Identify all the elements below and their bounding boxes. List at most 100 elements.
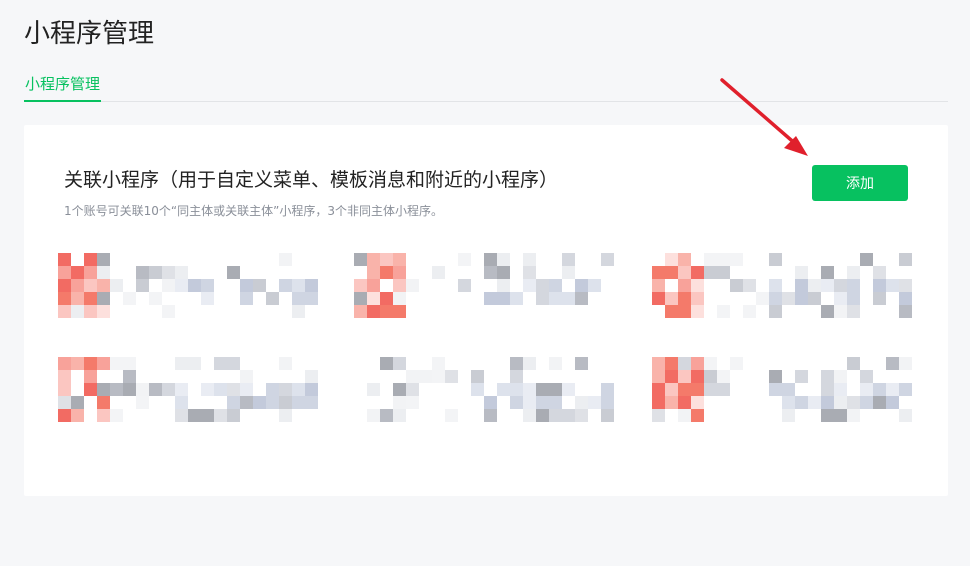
mosaic-pixel	[58, 266, 71, 279]
mosaic-pixel	[240, 292, 253, 305]
mosaic-pixel	[240, 396, 253, 409]
mosaic-pixel	[71, 292, 84, 305]
mosaic-pixel	[175, 279, 188, 292]
page-title: 小程序管理	[24, 19, 155, 49]
tab-mini-program-management[interactable]: 小程序管理	[24, 70, 102, 102]
mosaic-pixel	[704, 370, 717, 383]
mosaic-pixel	[678, 357, 691, 370]
mosaic-pixel	[691, 383, 704, 396]
mosaic-pixel	[523, 266, 536, 279]
mosaic-pixel	[292, 305, 305, 318]
mosaic-pixel	[380, 253, 393, 266]
mosaic-pixel	[149, 383, 162, 396]
mosaic-pixel	[769, 383, 782, 396]
mosaic-pixel	[834, 383, 847, 396]
mosaic-pixel	[84, 383, 97, 396]
mosaic-pixel	[175, 396, 188, 409]
mosaic-pixel	[756, 292, 769, 305]
linked-mini-programs-card: 关联小程序（用于自定义菜单、模板消息和附近的小程序） 1个账号可关联10个“同主…	[24, 125, 948, 496]
mosaic-pixel	[432, 357, 445, 370]
mosaic-pixel	[652, 370, 665, 383]
mosaic-pixel	[562, 292, 575, 305]
mosaic-pixel	[58, 305, 71, 318]
mosaic-pixel	[691, 305, 704, 318]
mini-program-item[interactable]	[652, 357, 912, 427]
mosaic-pixel	[84, 292, 97, 305]
mosaic-pixel	[860, 253, 873, 266]
mosaic-pixel	[691, 370, 704, 383]
mosaic-pixel	[214, 409, 227, 422]
mosaic-pixel	[84, 370, 97, 383]
mosaic-pixel	[575, 357, 588, 370]
mosaic-pixel	[279, 396, 292, 409]
mosaic-pixel	[769, 279, 782, 292]
mosaic-pixel	[367, 266, 380, 279]
mosaic-pixel	[821, 370, 834, 383]
mosaic-pixel	[717, 305, 730, 318]
mosaic-pixel	[562, 409, 575, 422]
mini-program-item[interactable]	[58, 253, 318, 323]
mosaic-pixel	[665, 266, 678, 279]
mosaic-pixel	[162, 383, 175, 396]
mosaic-pixel	[769, 370, 782, 383]
mosaic-pixel	[497, 292, 510, 305]
mosaic-pixel	[536, 409, 549, 422]
mosaic-pixel	[886, 279, 899, 292]
mosaic-pixel	[523, 396, 536, 409]
mini-program-item[interactable]	[652, 253, 912, 323]
mosaic-pixel	[279, 357, 292, 370]
mosaic-pixel	[406, 383, 419, 396]
add-button[interactable]: 添加	[812, 165, 908, 201]
mosaic-pixel	[821, 266, 834, 279]
mini-program-item[interactable]	[354, 357, 614, 427]
mini-program-item[interactable]	[58, 357, 318, 427]
mosaic-pixel	[162, 305, 175, 318]
mosaic-pixel	[691, 292, 704, 305]
mosaic-pixel	[253, 279, 266, 292]
mosaic-pixel	[214, 383, 227, 396]
mosaic-pixel	[380, 292, 393, 305]
mosaic-pixel	[704, 383, 717, 396]
mosaic-pixel	[665, 292, 678, 305]
mosaic-pixel	[367, 279, 380, 292]
mosaic-pixel	[253, 396, 266, 409]
mosaic-pixel	[523, 409, 536, 422]
mosaic-pixel	[84, 305, 97, 318]
mosaic-pixel	[847, 409, 860, 422]
mosaic-pixel	[149, 292, 162, 305]
mosaic-pixel	[691, 279, 704, 292]
mosaic-pixel	[471, 370, 484, 383]
mosaic-pixel	[743, 279, 756, 292]
mosaic-pixel	[292, 292, 305, 305]
mosaic-pixel	[782, 383, 795, 396]
mosaic-pixel	[665, 253, 678, 266]
mosaic-pixel	[652, 357, 665, 370]
mosaic-pixel	[201, 383, 214, 396]
mosaic-pixel	[393, 383, 406, 396]
mosaic-pixel	[536, 292, 549, 305]
mosaic-pixel	[458, 279, 471, 292]
mosaic-pixel	[71, 279, 84, 292]
mosaic-pixel	[292, 279, 305, 292]
mosaic-pixel	[266, 292, 279, 305]
mosaic-pixel	[406, 370, 419, 383]
mosaic-pixel	[406, 396, 419, 409]
mosaic-pixel	[821, 305, 834, 318]
mosaic-pixel	[175, 357, 188, 370]
mosaic-pixel	[808, 396, 821, 409]
mosaic-pixel	[97, 253, 110, 266]
mini-program-item[interactable]	[354, 253, 614, 323]
mosaic-pixel	[678, 253, 691, 266]
mosaic-pixel	[665, 383, 678, 396]
mosaic-pixel	[575, 292, 588, 305]
mosaic-pixel	[834, 292, 847, 305]
mosaic-pixel	[549, 383, 562, 396]
mosaic-pixel	[730, 253, 743, 266]
mosaic-pixel	[665, 396, 678, 409]
mosaic-pixel	[71, 266, 84, 279]
mosaic-pixel	[795, 370, 808, 383]
mosaic-pixel	[419, 370, 432, 383]
mosaic-pixel	[484, 266, 497, 279]
mosaic-pixel	[821, 409, 834, 422]
mosaic-pixel	[393, 396, 406, 409]
